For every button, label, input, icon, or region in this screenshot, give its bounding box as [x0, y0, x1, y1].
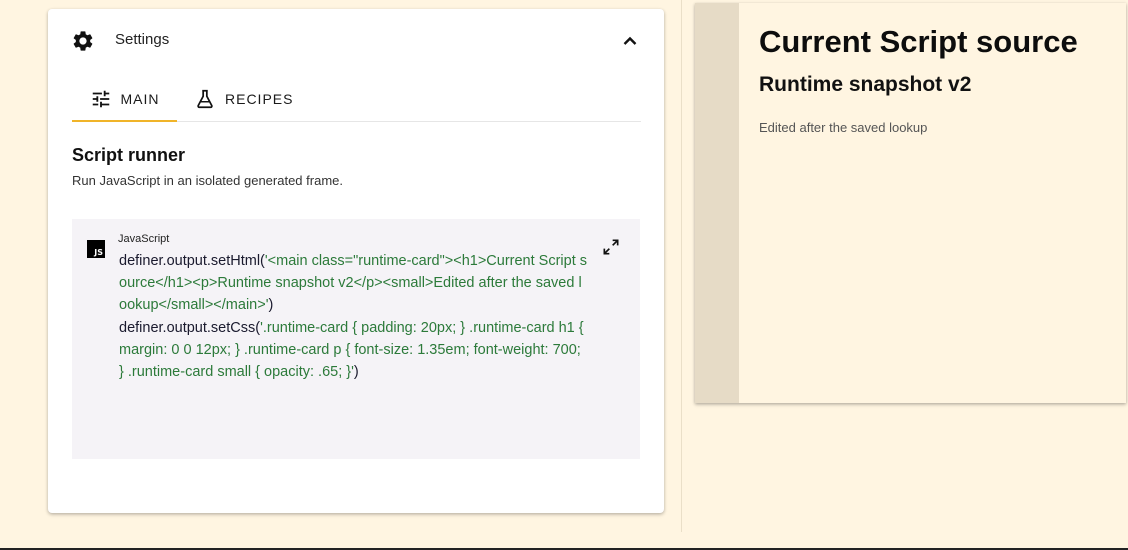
language-label: JavaScript — [118, 233, 170, 245]
gear-icon — [73, 31, 93, 51]
preview-note: Edited after the saved lookup — [759, 120, 928, 135]
flask-icon — [197, 89, 213, 109]
column-divider — [681, 0, 682, 532]
code-line2-call: definer.output.setCss( — [119, 319, 261, 336]
chevron-up-icon[interactable] — [618, 29, 642, 53]
preview-heading: Current Script source — [759, 24, 1078, 59]
tab-bar: MAIN RECIPES — [72, 77, 641, 122]
tab-recipes[interactable]: RECIPES — [194, 77, 314, 121]
code-line2-close: ) — [353, 364, 359, 381]
script-runner-description: Run JavaScript in an isolated generated … — [72, 173, 343, 188]
preview-subheading: Runtime snapshot v2 — [759, 73, 972, 96]
code-editor[interactable]: JS JavaScript definer.output.setHtml('<m… — [72, 219, 640, 459]
code-content[interactable]: definer.output.setHtml('<main class="run… — [119, 250, 589, 383]
settings-card: Settings MAIN RECIPES Script runner Run … — [48, 9, 664, 513]
code-line1-call: definer.output.setHtml( — [119, 253, 265, 269]
code-line1-close: ) — [268, 297, 274, 314]
settings-title: Settings — [115, 31, 170, 48]
tab-main-label: MAIN — [120, 91, 160, 107]
tab-recipes-label: RECIPES — [225, 91, 294, 107]
preview-frame: Current Script source Runtime snapshot v… — [695, 3, 1126, 403]
runtime-card: Current Script source Runtime snapshot v… — [739, 3, 1126, 403]
settings-header[interactable]: Settings — [48, 9, 664, 71]
expand-icon[interactable] — [601, 237, 621, 257]
preview-gutter — [695, 3, 739, 403]
script-runner-title: Script runner — [72, 145, 186, 165]
tab-main[interactable]: MAIN — [72, 77, 177, 122]
js-icon: JS — [87, 240, 105, 258]
page: Settings MAIN RECIPES Script runner Run … — [0, 0, 1128, 550]
tune-sliders-icon — [92, 90, 109, 108]
active-tab-indicator — [72, 120, 177, 122]
